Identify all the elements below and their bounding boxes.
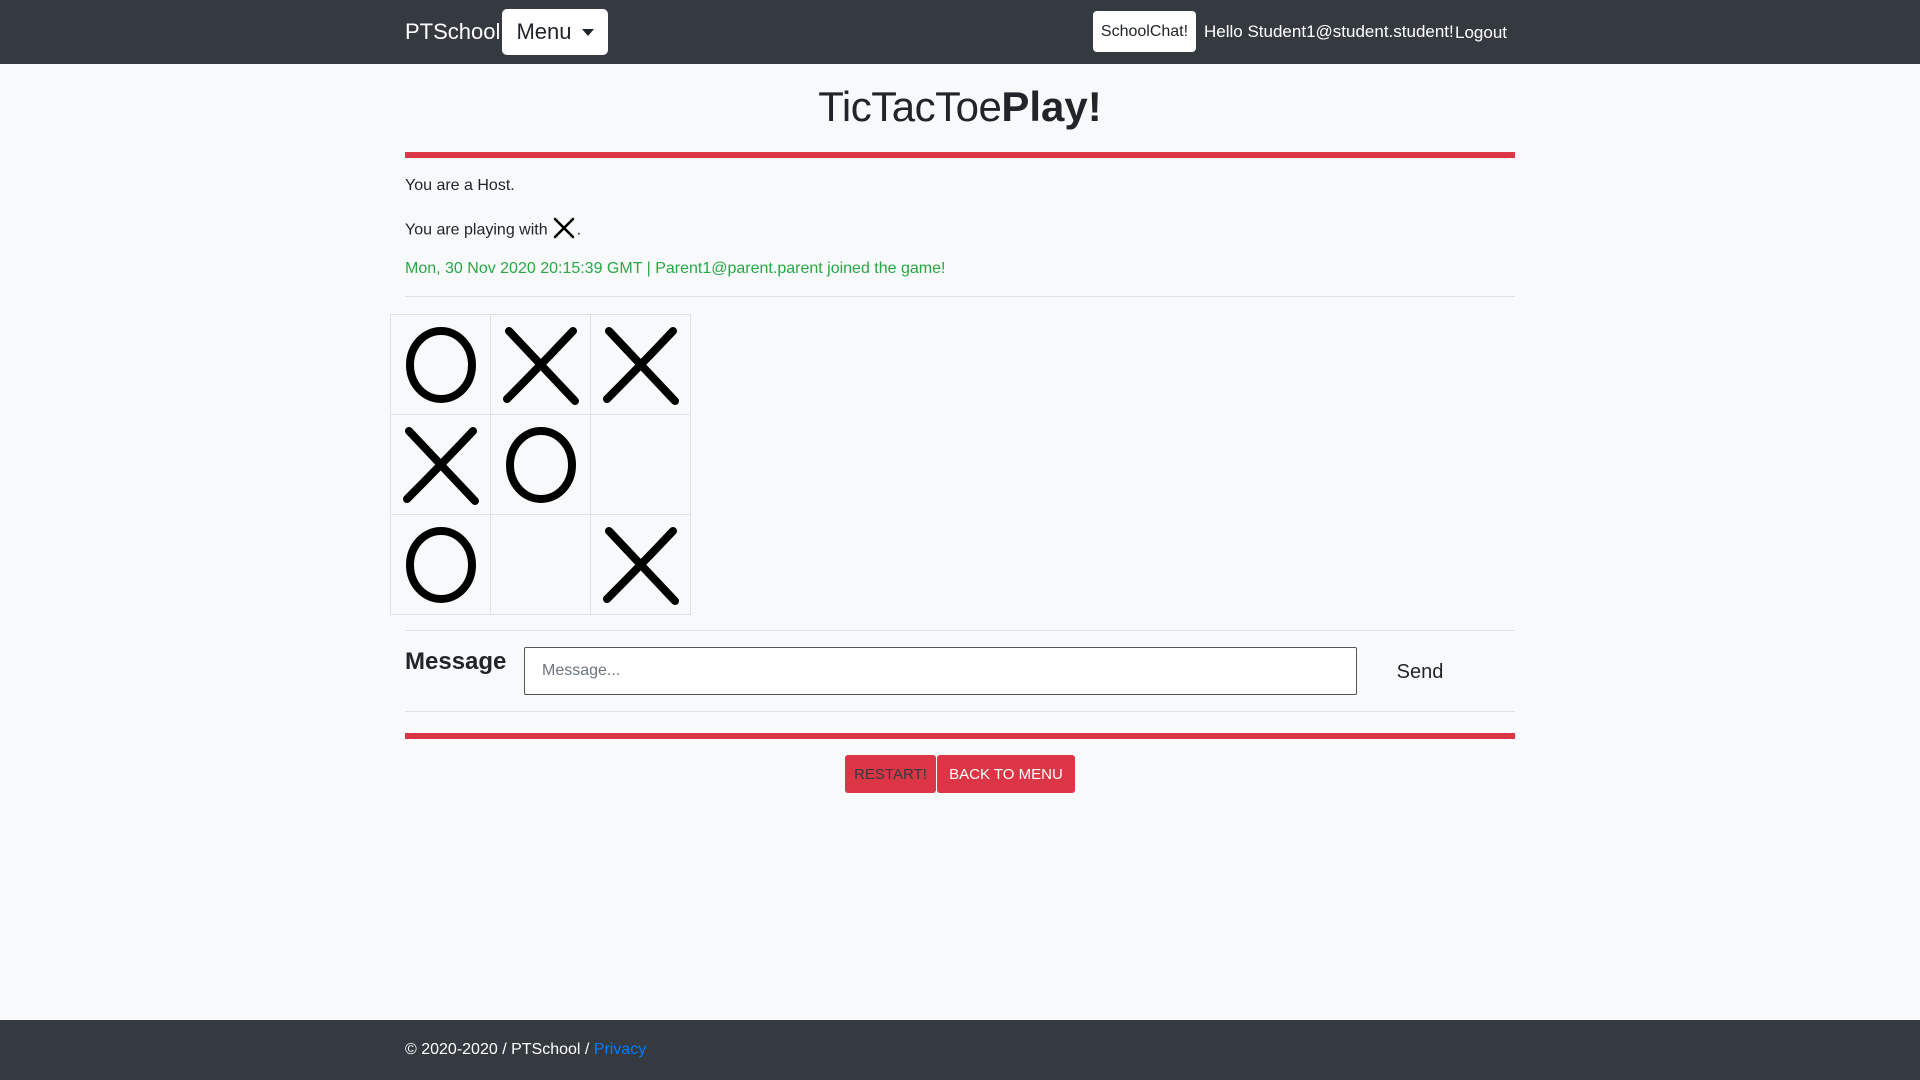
x-mark-icon (602, 526, 679, 605)
o-mark-icon (505, 426, 576, 503)
board-cell[interactable] (591, 415, 690, 514)
message-input[interactable] (524, 647, 1357, 695)
page-title-part2: Play! (1001, 83, 1102, 130)
board-divider (405, 630, 1515, 631)
privacy-link[interactable]: Privacy (594, 1041, 646, 1058)
tictactoe-board (390, 314, 691, 615)
playing-with-prefix: You are playing with (405, 221, 548, 239)
school-chat-button[interactable]: SchoolChat! (1093, 11, 1196, 52)
chevron-down-icon (581, 28, 594, 36)
board-cell[interactable] (591, 515, 690, 614)
game-event-message: Mon, 30 Nov 2020 20:15:39 GMT | Parent1@… (405, 260, 946, 277)
board-cell[interactable] (491, 415, 590, 514)
playing-with-text: You are playing with. (405, 217, 581, 244)
board-cell[interactable] (591, 315, 690, 414)
brand-link[interactable]: PTSchool (405, 19, 500, 45)
x-mark-icon (502, 326, 579, 405)
chat-divider (405, 711, 1515, 712)
top-divider (405, 152, 1515, 158)
page-title: TicTacToePlay! (405, 78, 1515, 136)
user-greeting: Hello Student1@student.student! (1204, 22, 1454, 41)
send-button[interactable]: Send (1382, 655, 1458, 689)
x-mark-icon (602, 326, 679, 405)
board-cell[interactable] (391, 315, 490, 414)
x-mark-icon (402, 426, 479, 505)
restart-button[interactable]: RESTART! (845, 755, 936, 793)
info-divider (405, 296, 1515, 297)
menu-label: Menu (516, 19, 572, 44)
player-mark-x-icon (552, 217, 576, 244)
o-mark-icon (405, 326, 476, 403)
footer-copyright: © 2020-2020 / PTSchool / (405, 1041, 590, 1058)
back-to-menu-button[interactable]: BACK TO MENU (937, 755, 1075, 793)
role-text: You are a Host. (405, 177, 515, 194)
footer-text: © 2020-2020 / PTSchool / Privacy (405, 1041, 646, 1059)
board-cell[interactable] (491, 515, 590, 614)
logout-link[interactable]: Logout (1455, 23, 1507, 43)
playing-with-suffix: . (576, 221, 582, 239)
footer: © 2020-2020 / PTSchool / Privacy (0, 1020, 1920, 1080)
board-cell[interactable] (491, 315, 590, 414)
bottom-divider (405, 733, 1515, 739)
board-cell[interactable] (391, 515, 490, 614)
navbar: PTSchool Menu SchoolChat! Hello Student1… (0, 0, 1920, 64)
page-title-part1: TicTacToe (818, 83, 1002, 130)
o-mark-icon (405, 526, 476, 603)
board-cell[interactable] (391, 415, 490, 514)
message-label: Message (405, 648, 507, 675)
menu-dropdown-button[interactable]: Menu (502, 9, 608, 55)
